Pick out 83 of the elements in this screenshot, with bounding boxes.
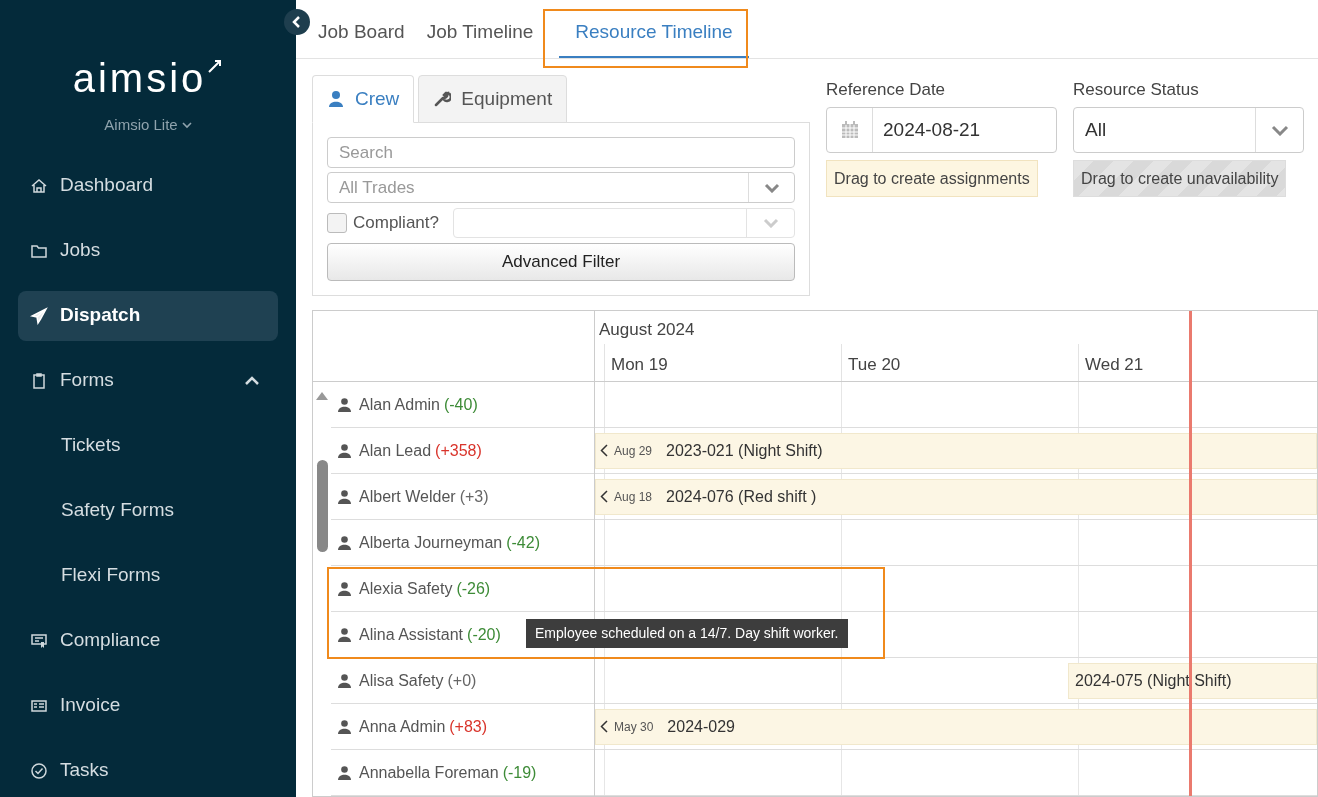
user-icon (327, 90, 345, 108)
crew-name: Albert Welder (359, 486, 456, 507)
view-tab[interactable]: Job Board (314, 17, 409, 58)
sidebar-subitem[interactable]: Flexi Forms (18, 550, 278, 601)
view-tab[interactable]: Job Timeline (422, 17, 538, 58)
sidebar-item[interactable]: Dispatch (18, 290, 278, 341)
person-icon (338, 535, 351, 550)
sidebar-item[interactable]: Invoice (18, 680, 278, 731)
crew-name: Alexia Safety (359, 578, 453, 599)
resource-tab[interactable]: Crew (312, 75, 415, 123)
chevron-down-icon (181, 121, 192, 130)
sidebar-item[interactable]: Tasks (18, 745, 278, 796)
scroll-up-icon[interactable] (316, 392, 328, 400)
person-icon (338, 627, 351, 642)
chevron-down-icon (762, 218, 779, 228)
sidebar-item[interactable]: Dashboard (18, 160, 278, 211)
hours-delta: (+3) (459, 486, 489, 507)
crew-name: Alina Assistant (359, 624, 464, 645)
checkbox-label: Compliant? (353, 212, 439, 235)
hours-delta: (-20) (467, 624, 501, 645)
home-icon (30, 176, 48, 195)
paper-plane-icon (30, 306, 48, 325)
sidebar-subitem[interactable]: Tickets (18, 420, 278, 471)
tooltip: Employee scheduled on a 14/7. Day shift worker. (526, 619, 848, 648)
crew-name: Annabella Foreman (359, 762, 499, 783)
advanced-filter-button[interactable]: Advanced Filter (327, 243, 795, 281)
sidebar-item[interactable]: Forms (18, 355, 278, 406)
hours-delta: (+83) (449, 716, 488, 737)
clipboard-icon (30, 371, 48, 390)
date-field[interactable]: 2024-08-21 (826, 107, 1057, 153)
chevron-down-icon (763, 182, 780, 193)
hours-delta: (+358) (435, 440, 482, 461)
chevron-left-icon (292, 16, 302, 28)
hours-delta: (+0) (447, 670, 477, 691)
field-label: Reference Date (826, 79, 947, 101)
month-label: August 2024 (598, 319, 696, 341)
sidebar-subitem[interactable]: Safety Forms (18, 485, 278, 536)
collapse-button[interactable] (284, 9, 310, 35)
assignment-bar[interactable]: Aug 18 2024-076 (Red shift ) (595, 478, 1317, 515)
compliance-dropdown[interactable] (453, 208, 795, 238)
person-icon (338, 673, 351, 688)
chevron-left-icon (600, 720, 608, 733)
hours-delta: (-26) (456, 578, 491, 599)
person-icon (338, 581, 351, 596)
day-header: Mon 19 (604, 344, 841, 381)
crew-name: Alisa Safety (359, 670, 444, 691)
person-icon (338, 443, 351, 458)
crew-name: Anna Admin (359, 716, 446, 737)
wrench-icon (433, 90, 452, 108)
chevron-down-icon (1270, 124, 1289, 136)
resource-tab[interactable]: Equipment (418, 75, 568, 123)
assignment-bar[interactable]: 2024-075 (Night Shift) (1068, 662, 1317, 699)
scrollbar-thumb[interactable] (317, 460, 328, 552)
status-dropdown[interactable]: All (1073, 107, 1304, 153)
field-label: Resource Status (1073, 79, 1200, 101)
hours-delta: (-40) (443, 394, 478, 415)
person-icon (338, 489, 351, 504)
legend-chip: Drag to create unavailability (1073, 160, 1287, 197)
assignment-bar[interactable]: May 30 2024-029 (595, 708, 1317, 745)
crew-name: Alan Admin (359, 394, 440, 415)
assignment-bar[interactable]: Aug 29 2023-021 (Night Shift) (595, 432, 1317, 469)
compliant-checkbox[interactable] (327, 213, 347, 233)
day-header: Tue 20 (841, 344, 1078, 381)
chevron-left-icon (600, 444, 608, 457)
person-icon (338, 765, 351, 780)
calendar-icon (839, 120, 860, 140)
plan-dropdown[interactable]: Aimsio Lite (104, 114, 192, 137)
crew-name: Alan Lead (359, 440, 432, 461)
search-field[interactable]: Search (327, 137, 795, 168)
view-tab[interactable]: Resource Timeline (559, 17, 749, 58)
hours-delta: (-19) (502, 762, 537, 783)
chevron-left-icon (600, 490, 608, 503)
certificate-icon (30, 631, 48, 650)
check-circle-icon (30, 761, 48, 780)
sidebar-item[interactable]: Jobs (18, 225, 278, 276)
person-icon (338, 719, 351, 734)
crew-name: Alberta Journeyman (359, 532, 503, 553)
person-icon (338, 397, 351, 412)
legend-chip: Drag to create assignments (826, 160, 1038, 197)
logo-arrow-icon (207, 58, 224, 74)
logo-wordmark: aimsio (72, 55, 207, 102)
sidebar-item[interactable]: Compliance (18, 615, 278, 666)
hours-delta: (-42) (506, 532, 540, 553)
